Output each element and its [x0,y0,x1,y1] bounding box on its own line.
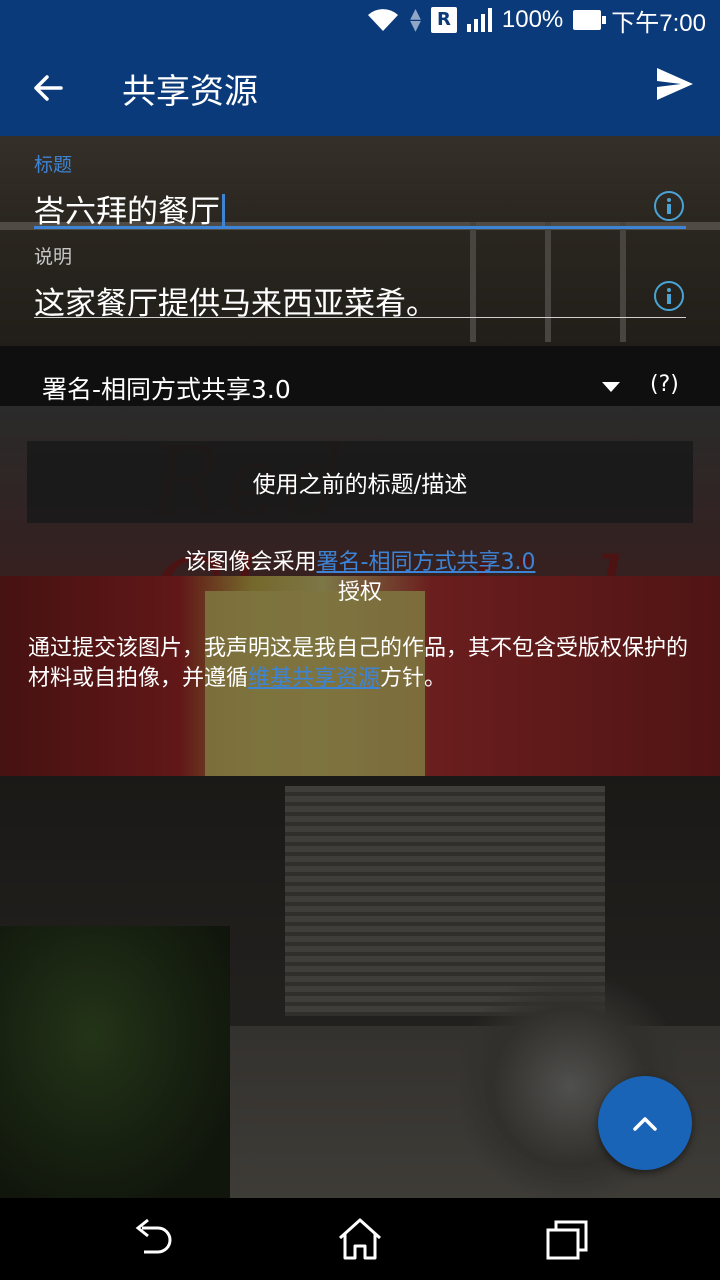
title-input[interactable]: 峇六拜的餐厅 [34,186,225,231]
declaration-suffix: 方针。 [380,666,447,691]
roaming-icon: R [430,7,457,33]
title-underline [34,226,686,229]
status-bar: ▲ ▼ R 100% 下午7:00 [0,0,720,40]
title-value: 峇六拜的餐厅 [34,194,220,230]
recents-nav-icon[interactable] [542,1214,592,1264]
description-info-icon[interactable] [654,281,684,311]
license-dropdown[interactable]: 署名-相同方式共享3.0 [28,360,648,412]
license-notice-suffix: 授权 [337,580,382,605]
arrow-left-icon [34,75,63,101]
license-link[interactable]: 署名-相同方式共享3.0 [317,550,536,575]
wifi-icon [368,9,399,31]
title-label: 标题 [34,154,73,176]
title-info-icon[interactable] [654,191,684,221]
battery-icon [573,10,607,30]
scroll-up-fab[interactable] [598,1076,692,1170]
page-title: 共享资源 [122,72,258,112]
signal-icon [466,8,492,32]
send-icon [657,68,693,100]
text-cursor [222,194,225,228]
back-button[interactable] [26,66,70,110]
use-previous-button[interactable]: 使用之前的标题/描述 [27,441,693,523]
license-help-button[interactable]: (?) [650,372,679,397]
license-selected: 署名-相同方式共享3.0 [42,375,291,404]
description-underline [34,317,686,318]
license-notice: 该图像会采用署名-相同方式共享3.0 授权 [0,548,720,608]
description-label: 说明 [34,246,73,268]
send-button[interactable] [655,66,701,110]
chevron-down-icon [602,382,620,392]
license-notice-text: 该图像会采用 [184,550,317,575]
system-nav-bar [0,1198,720,1280]
declaration-text: 通过提交该图片，我声明这是我自己的作品，其不包含受版权保护的材料或自拍像，并遵循… [28,634,698,694]
chevron-up-icon [633,1117,657,1131]
clock: 下午7:00 [611,9,706,37]
back-nav-icon[interactable] [128,1214,178,1264]
home-nav-icon[interactable] [335,1214,385,1264]
app-bar: 共享资源 [0,40,720,136]
commons-policy-link[interactable]: 维基共享资源 [248,666,380,691]
battery-percent: 100% [501,6,564,33]
data-arrows-icon: ▲ ▼ [410,6,421,34]
